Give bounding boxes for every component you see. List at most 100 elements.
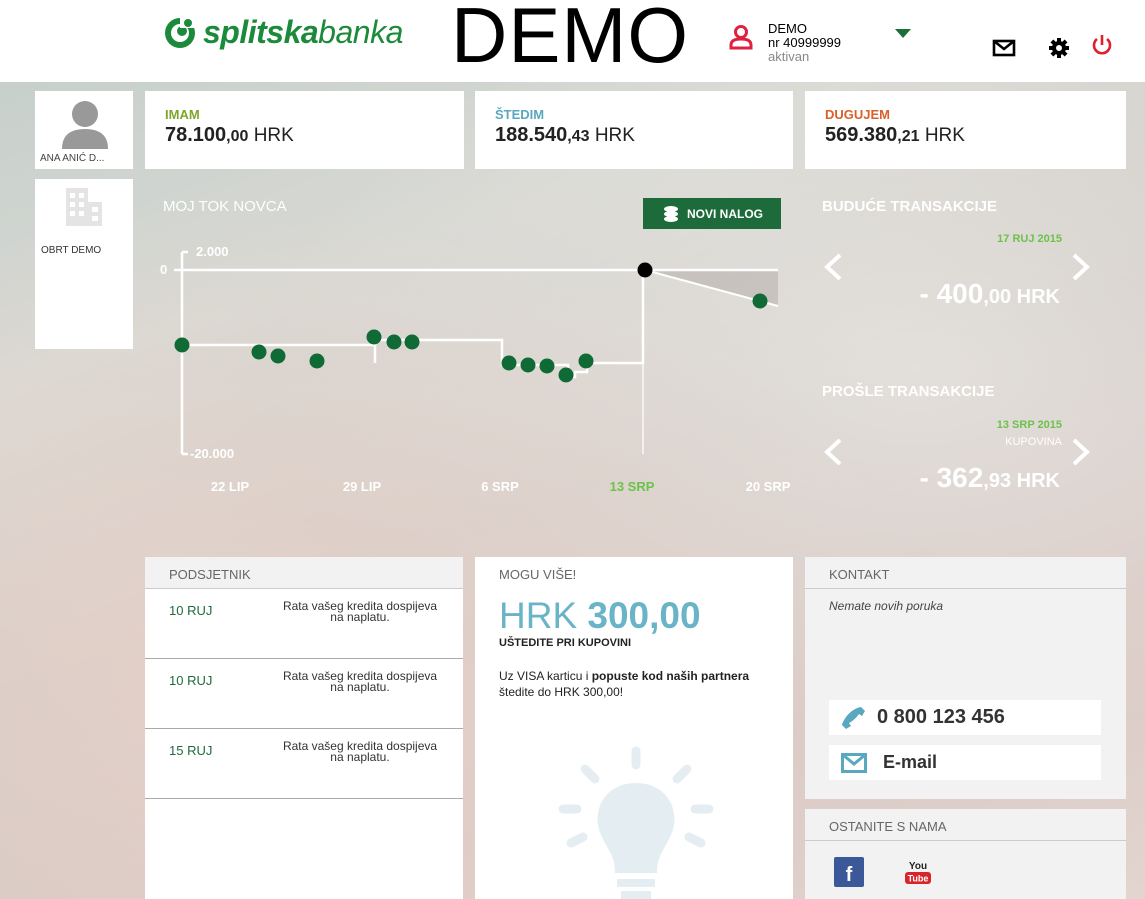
- transaction-point[interactable]: [404, 334, 420, 350]
- reminder-text: Rata vašeg kredita dospijeva na naplatu.: [282, 739, 438, 764]
- promo-amount: HRK 300,00: [499, 595, 701, 636]
- reminder-panel: PODSJETNIK 10 RUJ Rata vašeg kredita dos…: [145, 557, 463, 899]
- email-label: E-mail: [883, 752, 938, 772]
- user-icon: [729, 25, 753, 50]
- future-prev-arrow-icon[interactable]: [823, 252, 843, 282]
- contact-title: KONTAKT: [805, 557, 1126, 589]
- profile-tile[interactable]: ANA ANIĆ D...: [35, 91, 133, 169]
- transaction-point[interactable]: [309, 353, 325, 369]
- transaction-point[interactable]: [578, 353, 594, 369]
- contact-panel: KONTAKT Nemate novih poruka 0 800 123 45…: [805, 557, 1126, 799]
- balance-value: 78.100,00 HRK: [165, 124, 294, 146]
- past-next-arrow-icon[interactable]: [1071, 437, 1091, 467]
- facebook-icon[interactable]: f: [834, 857, 864, 887]
- phone-button[interactable]: 0 800 123 456: [829, 700, 1101, 735]
- building-icon: [66, 188, 102, 226]
- svg-text:f: f: [846, 864, 853, 886]
- transaction-point[interactable]: [174, 337, 190, 353]
- balance-line: [182, 270, 645, 379]
- user-name: DEMO: [768, 21, 807, 36]
- x-tick-label: 22 LIP: [211, 479, 250, 494]
- today-point[interactable]: [637, 262, 653, 278]
- user-info: DEMO nr 40999999 aktivan: [768, 22, 841, 64]
- future-transaction-date: 17 RUJ 2015: [997, 233, 1062, 245]
- future-transactions-title: BUDUĆE TRANSAKCIJE: [822, 198, 998, 215]
- transaction-point[interactable]: [366, 329, 382, 345]
- promo-title: MOGU VIŠE!: [475, 557, 793, 589]
- x-tick-label: 6 SRP: [481, 479, 519, 494]
- logo-mark-icon: [165, 15, 195, 48]
- balance-label: IMAM: [165, 107, 200, 122]
- reminder-text: Rata vašeg kredita dospijeva na naplatu.: [282, 599, 438, 624]
- social-title: OSTANITE S NAMA: [805, 809, 1126, 841]
- reminder-date: 10 RUJ: [169, 603, 213, 618]
- promo-panel[interactable]: MOGU VIŠE! HRK 300,00 UŠTEDITE PRI KUPOV…: [475, 557, 793, 899]
- reminder-text: Rata vašeg kredita dospijeva na naplatu.: [282, 669, 438, 694]
- cashflow-chart: 2.000 0 -20.000 22 LIP 29 LIP 6 SRP 13 S…: [160, 244, 791, 494]
- lightbulb-icon: [558, 746, 714, 899]
- transaction-point[interactable]: [270, 348, 286, 364]
- y-tick-bottom: -20.000: [190, 446, 234, 461]
- x-tick-label: 29 LIP: [343, 479, 382, 494]
- phone-icon: [842, 706, 865, 729]
- email-button[interactable]: E-mail: [829, 745, 1101, 780]
- future-next-arrow-icon[interactable]: [1071, 252, 1091, 282]
- balance-label: DUGUJEM: [825, 107, 891, 122]
- balance-card-dugujem[interactable]: DUGUJEM 569.380,21 HRK: [805, 91, 1126, 169]
- gear-icon[interactable]: [1047, 36, 1071, 60]
- balance-value: 569.380,21 HRK: [825, 124, 965, 146]
- new-order-button[interactable]: NOVI NALOG: [643, 198, 781, 229]
- x-tick-label: 20 SRP: [746, 479, 791, 494]
- transaction-point[interactable]: [558, 367, 574, 383]
- reminder-item[interactable]: 10 RUJ Rata vašeg kredita dospijeva na n…: [145, 659, 463, 729]
- coins-icon: [663, 205, 678, 222]
- avatar-icon: [62, 101, 108, 149]
- transaction-points: [174, 293, 768, 383]
- transaction-point[interactable]: [251, 344, 267, 360]
- user-status: aktivan: [768, 49, 810, 64]
- reminder-title: PODSJETNIK: [145, 557, 463, 589]
- new-order-label: NOVI NALOG: [686, 206, 763, 221]
- balance-value: 188.540,43 HRK: [495, 124, 635, 146]
- reminder-item[interactable]: 15 RUJ Rata vašeg kredita dospijeva na n…: [145, 729, 463, 799]
- transaction-point[interactable]: [520, 357, 536, 373]
- past-transactions-title: PROŠLE TRANSAKCIJE: [822, 383, 995, 400]
- email-icon: [841, 752, 867, 773]
- promo-description: Uz VISA karticu i popuste kod naših part…: [499, 669, 750, 699]
- past-transaction-date: 13 SRP 2015: [996, 419, 1062, 431]
- youtube-icon[interactable]: You Tube: [903, 857, 933, 887]
- svg-text:Tube: Tube: [908, 874, 929, 884]
- user-dropdown-icon[interactable]: [895, 29, 911, 38]
- promo-subtitle: UŠTEDITE PRI KUPOVINI: [499, 637, 632, 649]
- company-tile[interactable]: OBRT DEMO: [35, 179, 133, 349]
- power-icon[interactable]: [1090, 33, 1114, 57]
- future-transaction-amount: - 400,00 HRK: [919, 278, 1060, 309]
- logo-text: splitskabanka: [203, 14, 403, 50]
- past-transaction-type: KUPOVINA: [1005, 436, 1062, 448]
- dashboard: ANA ANIĆ D... OBRT DEMO IMAM 78.100,00 H…: [0, 82, 1145, 899]
- reminder-date: 10 RUJ: [169, 673, 213, 688]
- phone-number: 0 800 123 456: [877, 706, 1005, 728]
- balance-card-imam[interactable]: IMAM 78.100,00 HRK: [145, 91, 464, 169]
- balance-card-stedim[interactable]: ŠTEDIM 188.540,43 HRK: [475, 91, 793, 169]
- past-transaction-amount: - 362,93 HRK: [919, 462, 1060, 493]
- transaction-point[interactable]: [386, 334, 402, 350]
- past-prev-arrow-icon[interactable]: [823, 437, 843, 467]
- y-tick-top: 2.000: [196, 244, 229, 259]
- balance-label: ŠTEDIM: [495, 107, 545, 122]
- profile-name: ANA ANIĆ D...: [40, 153, 105, 164]
- company-name: OBRT DEMO: [41, 245, 102, 256]
- y-tick-zero: 0: [160, 262, 167, 277]
- reminder-date: 15 RUJ: [169, 743, 213, 758]
- transaction-point[interactable]: [539, 358, 555, 374]
- bank-logo[interactable]: splitskabanka: [163, 14, 403, 51]
- transaction-point[interactable]: [501, 355, 517, 371]
- cashflow-title: MOJ TOK NOVCA: [163, 198, 287, 215]
- svg-text:You: You: [909, 861, 927, 872]
- reminder-item[interactable]: 10 RUJ Rata vašeg kredita dospijeva na n…: [145, 589, 463, 659]
- demo-label: DEMO: [451, 0, 689, 79]
- x-tick-label-today: 13 SRP: [610, 479, 655, 494]
- contact-message: Nemate novih poruka: [829, 599, 944, 613]
- mail-icon[interactable]: [992, 36, 1016, 60]
- transaction-point[interactable]: [752, 293, 768, 309]
